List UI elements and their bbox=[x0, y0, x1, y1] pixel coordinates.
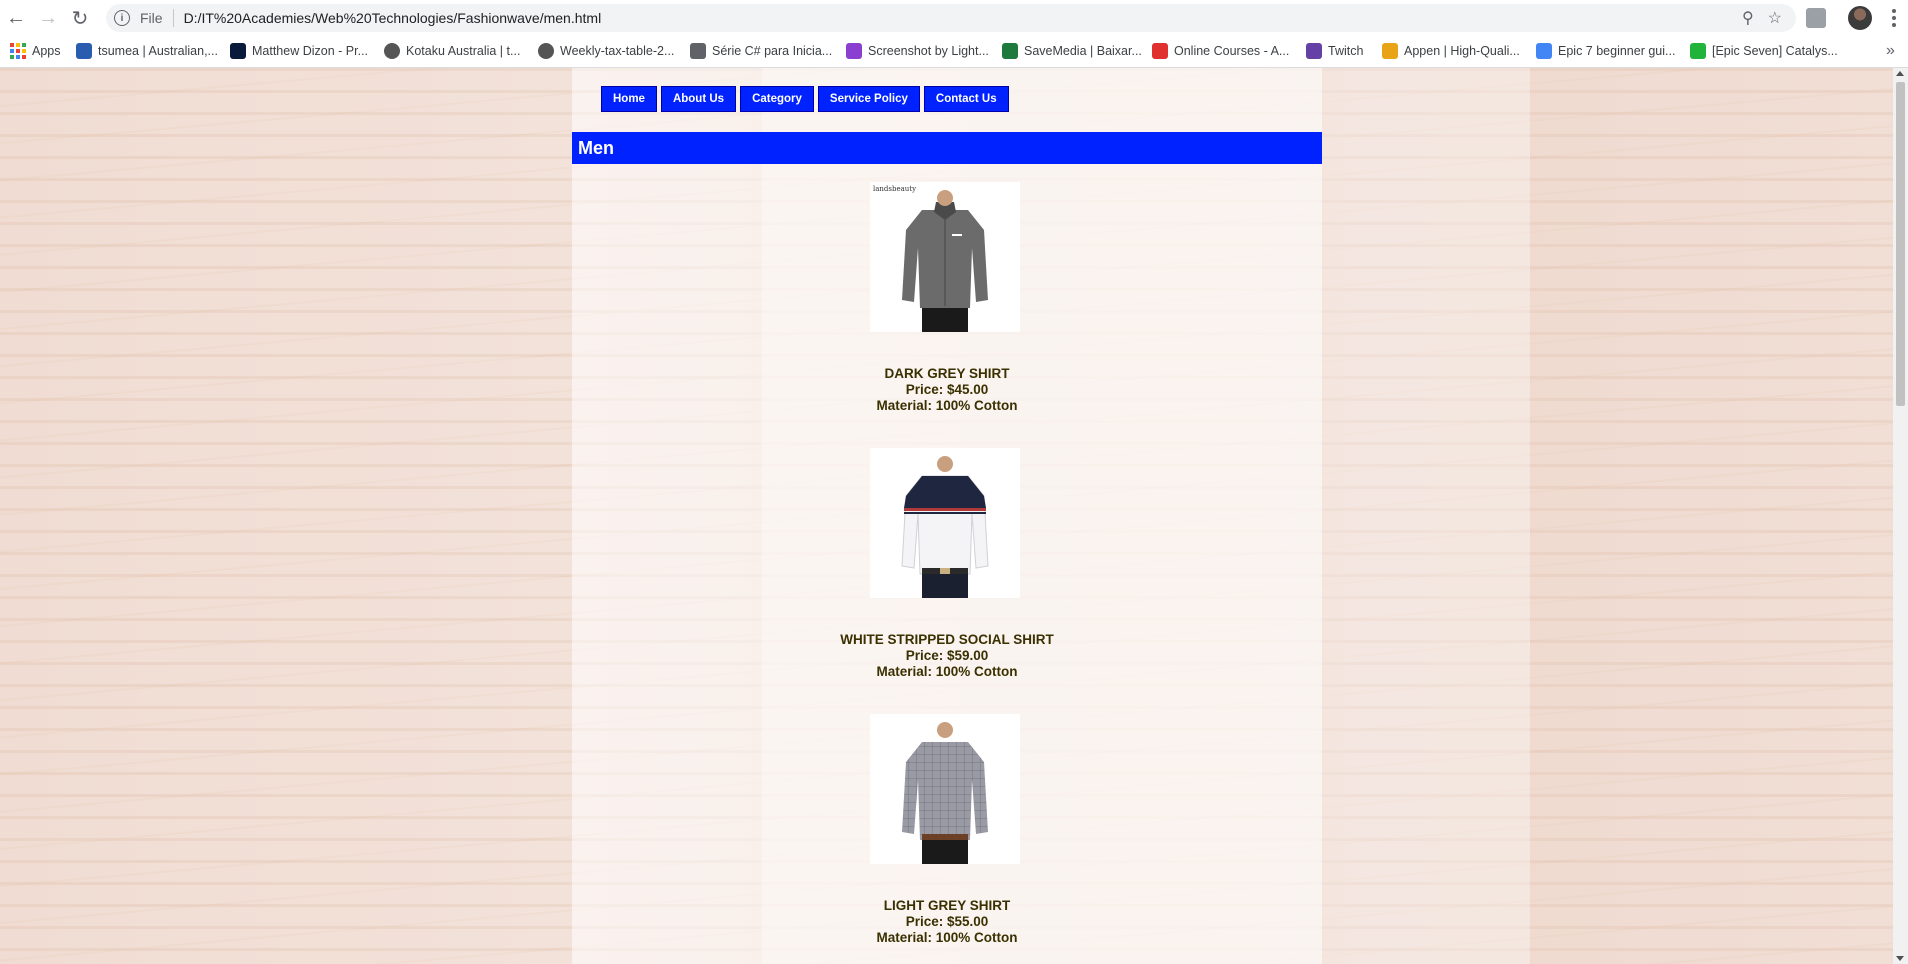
product-name: DARK GREY SHIRT bbox=[884, 366, 1010, 381]
bookmarks-bar: » Apps tsumea | Australian,... Matthew Diz… bbox=[0, 36, 1908, 68]
browser-toolbar: ← → ↻ i File D:/IT%20Academies/Web%20Tec… bbox=[0, 0, 1908, 36]
product-price: Price: $59.00 bbox=[905, 648, 989, 663]
bookmark-label: Apps bbox=[32, 44, 61, 58]
bookmark-item[interactable]: Epic 7 beginner gui... bbox=[1536, 43, 1675, 59]
back-arrow-icon[interactable]: ← bbox=[2, 4, 30, 32]
product-name: LIGHT GREY SHIRT bbox=[883, 898, 1011, 913]
product-info: DARK GREY SHIRT Price: $45.00 Material: … bbox=[572, 366, 1322, 414]
product-image[interactable] bbox=[870, 448, 1020, 598]
product-info: LIGHT GREY SHIRT Price: $55.00 Material:… bbox=[572, 898, 1322, 946]
kotaku-icon bbox=[384, 43, 400, 59]
tsumea-icon bbox=[76, 43, 92, 59]
main-nav: Home About Us Category Service Policy Co… bbox=[601, 86, 1009, 112]
address-bar[interactable]: i File D:/IT%20Academies/Web%20Technolog… bbox=[106, 4, 1796, 32]
product-name: WHITE STRIPPED SOCIAL SHIRT bbox=[840, 632, 1054, 647]
globe-icon bbox=[538, 43, 554, 59]
reload-icon[interactable]: ↻ bbox=[66, 4, 94, 32]
bookmark-label: Appen | High-Quali... bbox=[1404, 44, 1520, 58]
product-price: Price: $45.00 bbox=[905, 382, 989, 397]
profile-avatar[interactable] bbox=[1848, 6, 1872, 30]
info-icon[interactable]: i bbox=[114, 10, 130, 26]
shirt-image-icon bbox=[900, 190, 990, 332]
forward-arrow-icon[interactable]: → bbox=[34, 4, 62, 32]
bookmark-item[interactable]: Appen | High-Quali... bbox=[1382, 43, 1520, 59]
bookmark-label: SaveMedia | Baixar... bbox=[1024, 44, 1142, 58]
nav-service-policy[interactable]: Service Policy bbox=[817, 86, 920, 112]
bookmark-label: Série C# para Inicia... bbox=[712, 44, 833, 58]
bookmark-item[interactable]: SaveMedia | Baixar... bbox=[1002, 43, 1142, 59]
zoom-icon[interactable]: ⚲ bbox=[1742, 8, 1754, 28]
scroll-down-arrow-icon[interactable] bbox=[1896, 956, 1904, 961]
nav-category[interactable]: Category bbox=[740, 86, 814, 112]
product-price: Price: $55.00 bbox=[905, 914, 989, 929]
page-header: Men bbox=[572, 132, 1322, 164]
behance-icon bbox=[230, 43, 246, 59]
bookmark-star-icon[interactable]: ☆ bbox=[1768, 8, 1782, 28]
bookmark-item[interactable]: [Epic Seven] Catalys... bbox=[1690, 43, 1838, 59]
page-scrollbar[interactable] bbox=[1893, 68, 1908, 964]
bookmark-item[interactable]: Screenshot by Light... bbox=[846, 43, 989, 59]
url-divider bbox=[172, 9, 174, 27]
product-info: WHITE STRIPPED SOCIAL SHIRT Price: $59.0… bbox=[572, 632, 1322, 680]
nav-about-us[interactable]: About Us bbox=[660, 86, 737, 112]
product-material: Material: 100% Cotton bbox=[876, 930, 1018, 945]
bookmark-label: Screenshot by Light... bbox=[868, 44, 989, 58]
scroll-up-arrow-icon[interactable] bbox=[1896, 71, 1904, 76]
product-image[interactable]: landsbeauty bbox=[870, 182, 1020, 332]
bookmark-item[interactable]: Weekly-tax-table-2... bbox=[538, 43, 674, 59]
product-material: Material: 100% Cotton bbox=[876, 664, 1018, 679]
bookmark-item[interactable]: Kotaku Australia | t... bbox=[384, 43, 520, 59]
lightshot-icon bbox=[846, 43, 862, 59]
bookmark-item[interactable]: Online Courses - A... bbox=[1152, 43, 1289, 59]
shirt-image-icon bbox=[900, 456, 990, 598]
url-text[interactable]: D:/IT%20Academies/Web%20Technologies/Fas… bbox=[184, 10, 602, 26]
product-image[interactable] bbox=[870, 714, 1020, 864]
udemy-icon bbox=[1152, 43, 1168, 59]
link-icon bbox=[690, 43, 706, 59]
bookmark-label: Weekly-tax-table-2... bbox=[560, 44, 675, 58]
page-viewport: Home About Us Category Service Policy Co… bbox=[0, 68, 1908, 964]
scroll-thumb[interactable] bbox=[1896, 82, 1905, 406]
docs-icon bbox=[1536, 43, 1552, 59]
savemedia-icon bbox=[1002, 43, 1018, 59]
url-scheme: File bbox=[140, 10, 163, 26]
more-bookmarks-icon[interactable]: » bbox=[1886, 42, 1895, 60]
appen-icon bbox=[1382, 43, 1398, 59]
bookmark-label: [Epic Seven] Catalys... bbox=[1712, 44, 1838, 58]
bookmark-label: Online Courses - A... bbox=[1174, 44, 1290, 58]
apps-grid-icon bbox=[10, 43, 26, 59]
extension-icon[interactable] bbox=[1806, 8, 1826, 28]
product-material: Material: 100% Cotton bbox=[876, 398, 1018, 413]
bookmark-item[interactable]: tsumea | Australian,... bbox=[76, 43, 218, 59]
bookmark-label: tsumea | Australian,... bbox=[98, 44, 218, 58]
line-icon bbox=[1690, 43, 1706, 59]
shirt-image-icon bbox=[900, 722, 990, 864]
bookmark-label: Kotaku Australia | t... bbox=[406, 44, 521, 58]
bookmark-item[interactable]: Apps bbox=[10, 43, 61, 59]
bookmark-item[interactable]: Série C# para Inicia... bbox=[690, 43, 832, 59]
nav-home[interactable]: Home bbox=[601, 86, 657, 112]
page-content: Home About Us Category Service Policy Co… bbox=[572, 68, 1322, 964]
twitch-icon bbox=[1306, 43, 1322, 59]
bookmark-label: Twitch bbox=[1328, 44, 1364, 58]
page-title: Men bbox=[578, 138, 614, 158]
nav-contact-us[interactable]: Contact Us bbox=[923, 86, 1009, 112]
bookmark-label: Epic 7 beginner gui... bbox=[1558, 44, 1676, 58]
browser-menu-icon[interactable] bbox=[1886, 6, 1902, 30]
bookmark-item[interactable]: Twitch bbox=[1306, 43, 1363, 59]
bookmark-item[interactable]: Matthew Dizon - Pr... bbox=[230, 43, 368, 59]
bookmark-label: Matthew Dizon - Pr... bbox=[252, 44, 369, 58]
